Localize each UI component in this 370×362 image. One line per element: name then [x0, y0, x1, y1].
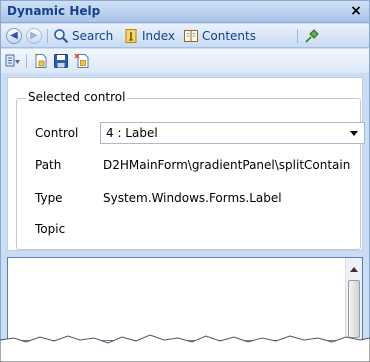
contents-label: Contents — [202, 29, 256, 43]
scroll-up-arrow-icon[interactable] — [350, 267, 358, 272]
type-value: System.Windows.Forms.Label — [103, 191, 282, 205]
index-icon — [125, 29, 137, 43]
toolbar-separator — [47, 29, 48, 43]
dynamic-help-panel: Dynamic Help × ◀ ▶ Search Index Contents… — [0, 0, 370, 342]
type-label: Type — [35, 191, 63, 205]
help-action-toolbar — [1, 49, 369, 73]
new-topic-icon — [74, 53, 89, 68]
new-document-button[interactable] — [33, 52, 49, 70]
selected-control-groupbox — [16, 98, 361, 250]
back-button[interactable]: ◀ — [6, 27, 22, 45]
forward-arrow-icon: ▶ — [26, 28, 42, 44]
search-button[interactable]: Search — [53, 27, 113, 45]
control-dropdown-value: 4 : Label — [106, 126, 158, 140]
toolbar-separator — [26, 54, 27, 68]
chevron-down-icon — [350, 131, 358, 136]
book-list-button[interactable] — [5, 52, 21, 70]
help-navigation-toolbar: ◀ ▶ Search Index Contents — [1, 24, 369, 48]
window-title: Dynamic Help — [7, 4, 101, 18]
topic-label: Topic — [35, 222, 66, 236]
sync-button[interactable] — [304, 27, 320, 45]
index-button[interactable]: Index — [123, 27, 175, 45]
book-list-icon — [5, 54, 20, 67]
forward-button[interactable]: ▶ — [26, 27, 42, 45]
back-arrow-icon: ◀ — [6, 28, 22, 44]
new-topic-button[interactable] — [74, 52, 90, 70]
control-dropdown[interactable]: 4 : Label — [100, 122, 365, 144]
search-label: Search — [72, 29, 114, 43]
path-label: Path — [35, 158, 62, 172]
control-label: Control — [35, 126, 79, 140]
search-icon — [54, 29, 69, 44]
contents-button[interactable]: Contents — [183, 27, 256, 45]
close-button[interactable]: × — [349, 3, 363, 19]
sync-pin-icon — [305, 29, 319, 43]
new-document-icon — [34, 53, 47, 68]
selected-control-section: Selected control Control 4 : Label Path … — [7, 77, 365, 251]
save-button[interactable] — [53, 52, 69, 70]
torn-edge-divider — [0, 334, 370, 362]
selected-control-legend: Selected control — [26, 90, 128, 104]
contents-book-icon — [184, 30, 198, 42]
index-label: Index — [142, 29, 176, 43]
title-bar: Dynamic Help × — [1, 1, 369, 23]
toolbar-separator — [297, 29, 298, 43]
save-icon — [54, 54, 68, 68]
path-value: D2HMainForm\gradientPanel\splitContain — [103, 158, 351, 172]
